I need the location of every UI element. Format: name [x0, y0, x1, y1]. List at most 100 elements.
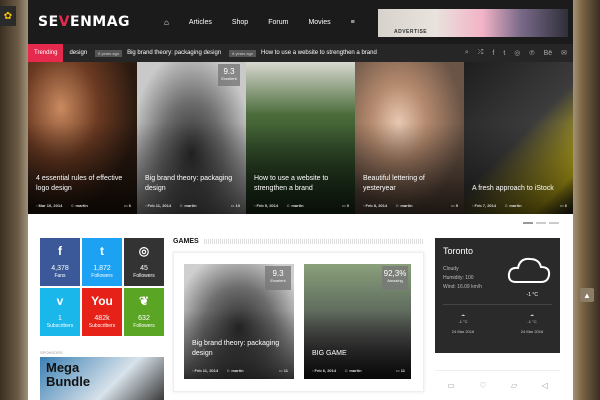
review-score: 9.3 Excelent [218, 64, 240, 86]
scroll-top-button[interactable]: ▲ [580, 288, 594, 302]
games-box: 9.3 Excelent Big brand theory: packaging … [173, 252, 424, 392]
trending-item[interactable]: design [69, 50, 87, 56]
github-counter[interactable]: ◎ 45 Followers [124, 238, 164, 286]
user-icon: ☺ martin [504, 203, 522, 208]
twitter-icon[interactable]: t [503, 50, 505, 57]
sponsors-label: SPONSORS [40, 350, 63, 355]
calendar-icon: ▫ Mar 10, 2014 [36, 203, 63, 208]
user-icon: ☺ martin [70, 203, 88, 208]
header-ad-banner[interactable]: ADVERTISE [378, 9, 568, 37]
featured-slider: 4 essential rules of effective logo desi… [28, 62, 573, 214]
game-title[interactable]: Big brand theory: packaging design [192, 339, 288, 359]
nav-articles[interactable]: Articles [179, 0, 222, 44]
slider-dot[interactable] [549, 222, 559, 224]
main-nav: ⌂ Articles Shop Forum Movies ≡ [154, 0, 365, 44]
comments-icon: ▭ 11 [395, 368, 405, 373]
comments-icon: ▭ 5 [450, 203, 458, 208]
game-meta: ▫ Feb 6, 2014 ☺ martin ▭ 11 [312, 368, 405, 373]
slide-meta: ▫ Feb 9, 2014 ☺ martin ▭ 0 [254, 203, 349, 208]
trending-label: Trending [28, 44, 64, 62]
tag-icon[interactable]: ◁ [542, 381, 548, 390]
home-icon[interactable]: ⌂ [154, 0, 179, 44]
slide-item[interactable]: 4 essential rules of effective logo desi… [28, 62, 137, 214]
comments-icon: ▭ 10 [230, 203, 240, 208]
forecast-day: ☁ -1 °C 24 Mar 2016 [451, 312, 475, 334]
trending-item[interactable]: Big brand theory: packaging design [127, 50, 221, 56]
envato-counter[interactable]: ❦ 632 Followers [124, 288, 164, 336]
slide-item[interactable]: How to use a website to strengthen a bra… [246, 62, 355, 214]
slide-meta: ▫ Feb 11, 2014 ☺ martin ▭ 10 [145, 203, 240, 208]
slide-meta: ▫ Feb 8, 2014 ☺ martin ▭ 5 [363, 203, 458, 208]
page-container: SEVENMAG ⌂ Articles Shop Forum Movies ≡ … [28, 0, 573, 400]
envato-icon: ❦ [138, 294, 150, 308]
review-score: 92,3% Amazing [382, 266, 408, 290]
comments-icon: ▭ 6 [559, 203, 567, 208]
comments-icon: ▭ 11 [278, 368, 288, 373]
youtube-icon: You [91, 294, 113, 308]
slide-title[interactable]: A fresh approach to iStock [472, 184, 565, 194]
widget-tabs: ▭ ♡ ▱ ◁ [435, 370, 560, 400]
behance-icon[interactable]: Bē [544, 50, 553, 57]
comments-icon[interactable]: ▱ [511, 381, 517, 390]
facebook-counter[interactable]: f 4,378 Fans [40, 238, 80, 286]
cloud-icon [507, 257, 551, 283]
comments-icon: ▭ 6 [123, 203, 131, 208]
pinterest-icon[interactable]: ℗ [529, 50, 534, 57]
side-panel-toggle[interactable]: ✿ [0, 6, 16, 26]
user-icon: ☺ martin [179, 203, 197, 208]
search-icon[interactable]: ⌕ [465, 49, 469, 57]
slide-title[interactable]: How to use a website to strengthen a bra… [254, 174, 347, 194]
slide-item[interactable]: A fresh approach to iStock ▫ Feb 7, 2014… [464, 62, 573, 214]
site-header: SEVENMAG ⌂ Articles Shop Forum Movies ≡ … [28, 0, 573, 44]
forecast-day: ☁ -1 °C 24 Mar 2016 [520, 312, 544, 334]
slider-pagination [523, 222, 559, 224]
dribbble-icon[interactable]: ◎ [514, 49, 520, 57]
header-icons: ⌕ ⤮ f t ◎ ℗ Bē ✉ [465, 44, 567, 62]
slide-item[interactable]: Beautiful lettering of yesteryear ▫ Feb … [355, 62, 464, 214]
shuffle-icon[interactable]: ⤮ [478, 49, 484, 57]
game-title[interactable]: BIG GAME [312, 349, 405, 359]
weather-widget: Toronto Cloudy Humidity: 100 Wind: 16.09… [435, 238, 560, 353]
facebook-icon: f [58, 244, 62, 258]
trending-ticker[interactable]: design 8 years ago Big brand theory: pac… [69, 49, 377, 57]
calendar-icon: ▫ Feb 8, 2014 [363, 203, 388, 208]
slide-title[interactable]: Big brand theory: packaging design [145, 174, 238, 194]
nav-shop[interactable]: Shop [222, 0, 258, 44]
calendar-icon: ▫ Feb 11, 2014 [145, 203, 172, 208]
slider-dot[interactable] [536, 222, 546, 224]
review-score: 9.3 Excelent [265, 266, 291, 290]
hamburger-icon[interactable]: ≡ [341, 0, 365, 44]
slide-item[interactable]: 9.3 Excelent Big brand theory: packaging … [137, 62, 246, 214]
user-icon: ☺ martin [286, 203, 304, 208]
nav-movies[interactable]: Movies [298, 0, 340, 44]
cloud-icon: ☁ [530, 312, 534, 317]
calendar-icon: ▫ Feb 7, 2014 [472, 203, 497, 208]
facebook-icon[interactable]: f [492, 50, 494, 57]
twitter-counter[interactable]: t 1,872 Followers [82, 238, 122, 286]
slide-title[interactable]: Beautiful lettering of yesteryear [363, 174, 456, 194]
game-card[interactable]: 92,3% Amazing BIG GAME ▫ Feb 6, 2014 ☺ mar… [304, 264, 411, 379]
sponsor-banner[interactable]: Mega Bundle [40, 357, 164, 400]
heart-icon[interactable]: ♡ [479, 381, 486, 390]
games-section-heading: GAMES [173, 238, 424, 245]
game-card[interactable]: 9.3 Excelent Big brand theory: packaging … [184, 264, 294, 379]
game-meta: ▫ Feb 11, 2014 ☺ martin ▭ 11 [192, 368, 288, 373]
weather-temp: -1 °C [526, 292, 538, 298]
calendar-icon: ▫ Feb 6, 2014 [312, 368, 337, 373]
vimeo-counter[interactable]: v 1 Subscribers [40, 288, 80, 336]
mail-icon[interactable]: ✉ [561, 49, 567, 57]
user-icon: ☺ martin [395, 203, 413, 208]
youtube-counter[interactable]: You 482k Subscribers [82, 288, 122, 336]
trending-item[interactable]: How to use a website to strengthen a bra… [261, 50, 377, 56]
slide-meta: ▫ Mar 10, 2014 ☺ martin ▭ 6 [36, 203, 131, 208]
site-logo[interactable]: SEVENMAG [38, 14, 130, 30]
calendar-icon: ▫ Feb 11, 2014 [192, 368, 219, 373]
social-counters: f 4,378 Fans t 1,872 Followers ◎ 45 Followers … [40, 238, 164, 336]
slider-dot[interactable] [523, 222, 533, 224]
vimeo-icon: v [56, 294, 64, 308]
slide-title[interactable]: 4 essential rules of effective logo desi… [36, 174, 129, 194]
trending-bar: Trending design 8 years ago Big brand th… [28, 44, 573, 62]
folder-icon[interactable]: ▭ [447, 381, 455, 390]
rain-cloud-icon: ☁ [461, 312, 465, 317]
nav-forum[interactable]: Forum [258, 0, 298, 44]
